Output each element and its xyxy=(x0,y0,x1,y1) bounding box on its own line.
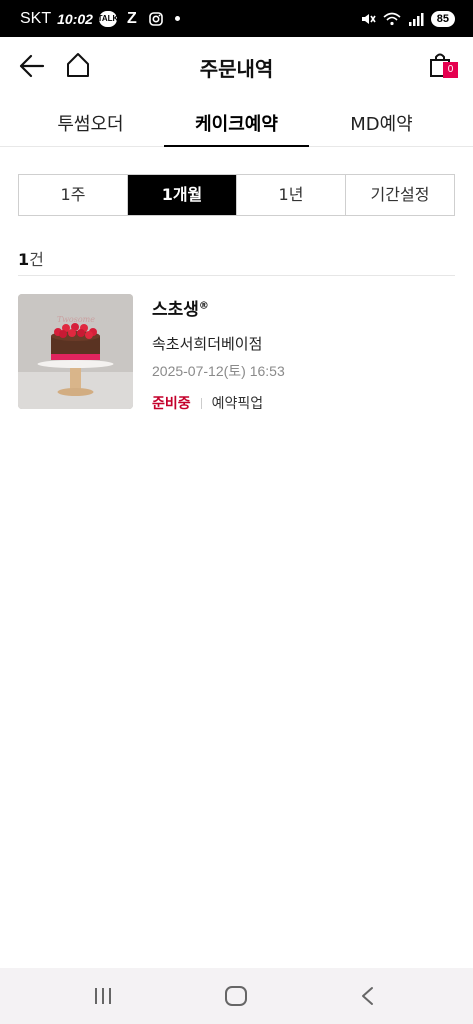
wifi-icon xyxy=(383,11,401,27)
recent-apps-icon xyxy=(95,988,111,1004)
back-button[interactable] xyxy=(18,53,46,79)
mute-icon xyxy=(359,11,377,27)
z-app-icon: Z xyxy=(127,9,137,27)
instagram-icon xyxy=(147,11,165,27)
chevron-left-icon xyxy=(362,987,373,1005)
order-pickup-type: 예약픽업 xyxy=(211,396,264,412)
period-1-month[interactable]: 1개월 xyxy=(128,175,237,215)
status-bar: SKT 10:02 TALK Z 85 xyxy=(0,0,473,37)
home-button[interactable] xyxy=(64,51,92,79)
tab-md-reservation[interactable]: MD예약 xyxy=(309,105,454,147)
period-custom[interactable]: 기간설정 xyxy=(346,175,454,215)
recent-apps-button[interactable] xyxy=(91,987,115,1005)
kakaotalk-icon: TALK xyxy=(98,10,118,27)
tab-cake-reservation[interactable]: 케이크예약 xyxy=(164,105,309,147)
cart-button[interactable]: 0 xyxy=(428,51,460,81)
order-status: 준비중 xyxy=(152,396,191,412)
period-filter: 1주 1개월 1년 기간설정 xyxy=(18,174,455,216)
product-name: 스초생® xyxy=(152,295,285,320)
trademark-symbol: ® xyxy=(198,300,209,312)
order-count-unit: 건 xyxy=(29,250,44,269)
product-image: Twosome xyxy=(18,294,133,409)
tab-twosome-order[interactable]: 투썸오더 xyxy=(18,105,163,147)
carrier-label: SKT xyxy=(20,9,52,27)
period-1-week[interactable]: 1주 xyxy=(19,175,128,215)
system-back-button[interactable] xyxy=(358,986,378,1006)
system-nav-bar xyxy=(0,968,473,1024)
system-home-button[interactable] xyxy=(225,986,247,1006)
cart-count-badge: 0 xyxy=(443,62,458,78)
order-count-number: 1 xyxy=(18,250,30,269)
svg-text:Twosome: Twosome xyxy=(57,315,95,324)
order-datetime: 2025-07-12(토) 16:53 xyxy=(152,363,285,379)
period-1-year[interactable]: 1년 xyxy=(237,175,346,215)
order-item[interactable]: Twosome 스초생® 속초서희더베이점 2025-07-12(토) 16:5… xyxy=(18,294,455,413)
product-name-text: 스초생 xyxy=(152,300,199,320)
order-type-tabs: 투썸오더 케이크예약 MD예약 xyxy=(0,105,473,147)
order-info: 스초생® 속초서희더베이점 2025-07-12(토) 16:53 준비중 예약… xyxy=(152,294,285,413)
order-count: 1건 xyxy=(18,246,44,270)
signal-icon xyxy=(407,11,425,27)
arrow-left-icon xyxy=(19,54,45,78)
status-separator xyxy=(200,397,202,409)
home-icon xyxy=(67,53,89,77)
divider xyxy=(18,275,455,276)
status-time: 10:02 xyxy=(57,10,93,27)
app-header: 주문내역 0 xyxy=(0,37,473,93)
notification-dot-icon xyxy=(174,16,180,21)
order-status-row: 준비중 예약픽업 xyxy=(152,393,285,413)
store-name: 속초서희더베이점 xyxy=(152,335,263,353)
battery-icon: 85 xyxy=(430,10,455,27)
